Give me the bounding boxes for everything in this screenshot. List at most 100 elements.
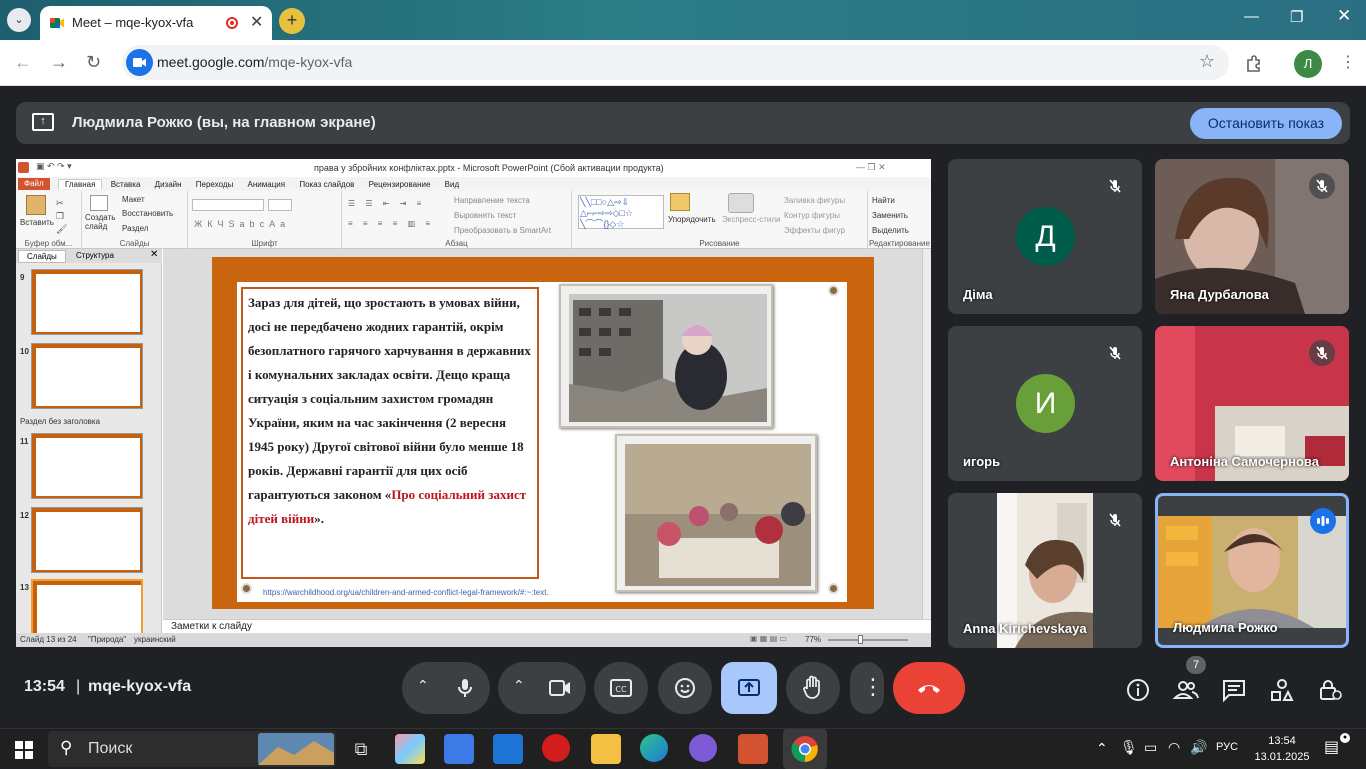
volume-icon[interactable]: 🔊 (1190, 739, 1207, 756)
captions-button[interactable]: CC (594, 662, 648, 714)
more-options-button[interactable]: ⋮ (850, 662, 884, 714)
copilot-icon[interactable] (395, 734, 425, 764)
stop-presenting-button[interactable]: Остановить показ (1190, 108, 1342, 139)
notes-pane[interactable]: Заметки к слайду (163, 619, 931, 633)
smartart-button[interactable]: Преобразовать в SmartArt (454, 226, 551, 235)
zoom-level[interactable]: 77% (805, 635, 821, 644)
forward-arrow-icon[interactable]: → (50, 52, 68, 73)
activities-icon[interactable] (1268, 676, 1296, 704)
ppt-tab-transitions[interactable]: Переходы (190, 180, 240, 189)
opera-icon[interactable] (542, 734, 570, 762)
meeting-info-icon[interactable] (1124, 676, 1152, 704)
section-label[interactable]: Раздел без заголовка (20, 417, 100, 426)
ppt-file-tab[interactable]: Файл (18, 178, 50, 190)
ppt-tab-slideshow[interactable]: Показ слайдов (293, 180, 360, 189)
slide-thumbnail-11[interactable] (31, 433, 143, 499)
reset-button[interactable]: Восстановить (122, 209, 173, 218)
text-direction-button[interactable]: Направление текста (454, 196, 530, 205)
paste-button[interactable]: Вставить (20, 218, 54, 227)
font-name-select[interactable] (192, 199, 264, 211)
quick-access-icon[interactable]: ▣ ↶ ↷ ▾ (36, 161, 72, 172)
font-format-icons[interactable]: ЖКЧSabcAa (194, 219, 290, 229)
extensions-icon[interactable] (1244, 54, 1264, 74)
panel-close-icon[interactable]: ✕ (150, 249, 158, 260)
shapes-gallery[interactable]: ╲╲□□○△⇨⇩ △⌐⌐⇨⇨◇□☆ ╲⌒⌒{}◇☆ (578, 195, 664, 229)
quick-styles-button[interactable]: Экспресс-стили (722, 215, 781, 224)
layout-button[interactable]: Макет (122, 195, 145, 204)
participant-tile-dima[interactable]: Д Діма (948, 159, 1142, 314)
ppt-tab-review[interactable]: Рецензирование (363, 180, 437, 189)
align-text-button[interactable]: Выровнять текст (454, 211, 516, 220)
shape-effects-button[interactable]: Эффекты фигур (784, 226, 845, 235)
tab-close-button[interactable]: ✕ (250, 12, 263, 32)
slide-thumbnail-12[interactable] (31, 507, 143, 573)
ppt-tab-design[interactable]: Дизайн (149, 180, 188, 189)
slide-photo-ruins[interactable] (559, 284, 773, 428)
source-link[interactable]: https://warchildhood.org/ua/children-and… (263, 588, 549, 597)
notifications-icon[interactable]: ▤ (1324, 737, 1339, 757)
present-now-button[interactable] (721, 662, 777, 714)
store-icon[interactable] (444, 734, 474, 764)
omnibox[interactable]: meet.google.com/mqe-kyox-vfa ☆ (122, 45, 1229, 80)
slide-text-box[interactable]: Зараз для дітей, що зростають в умовах в… (241, 287, 539, 579)
window-close-button[interactable]: ✕ (1337, 6, 1351, 26)
edge-icon[interactable] (640, 734, 668, 762)
tray-chevron-icon[interactable]: ⌃ (1096, 740, 1108, 757)
powerpoint-taskbar-icon[interactable] (738, 734, 768, 764)
reactions-button[interactable] (658, 662, 712, 714)
reload-icon[interactable]: ↻ (86, 52, 101, 73)
profile-avatar[interactable]: Л (1294, 50, 1322, 78)
input-language[interactable]: РУС (1216, 741, 1238, 753)
shape-fill-button[interactable]: Заливка фигуры (784, 196, 845, 205)
new-slide-button[interactable]: Создать слайд (85, 213, 115, 231)
select-button[interactable]: Выделить (872, 226, 909, 235)
chat-icon[interactable] (1220, 676, 1248, 704)
raise-hand-button[interactable] (786, 662, 840, 714)
camera-icon[interactable] (548, 677, 572, 699)
slide-photo-shelter[interactable] (615, 434, 817, 592)
ppt-tab-home[interactable]: Главная (58, 179, 103, 189)
participant-tile-liudmyla[interactable]: Людмила Рожко (1155, 493, 1349, 648)
find-button[interactable]: Найти (872, 196, 895, 205)
participant-tile-antonina[interactable]: Антоніна Самочернова (1155, 326, 1349, 481)
ppt-window-controls-icon[interactable]: — ❐ ✕ (856, 162, 886, 173)
window-restore-button[interactable]: ❐ (1290, 8, 1303, 26)
font-size-select[interactable] (268, 199, 292, 211)
windows-start-icon[interactable] (15, 741, 33, 759)
leave-call-button[interactable] (893, 662, 965, 714)
replace-button[interactable]: Заменить (872, 211, 908, 220)
video-options-chevron-icon[interactable]: ⌃ (513, 677, 525, 694)
ppt-tab-view[interactable]: Вид (439, 180, 465, 189)
microphone-icon[interactable] (454, 677, 476, 699)
cut-copy-icon[interactable]: ✂ ❐ 🖌 (56, 197, 67, 236)
tab-search-button[interactable]: ⌄ (7, 8, 31, 32)
slide-scrollbar[interactable] (922, 249, 931, 619)
taskbar-search-box[interactable]: ⚲ Поиск (48, 731, 336, 767)
audio-options-chevron-icon[interactable]: ⌃ (417, 677, 429, 694)
participant-tile-anna[interactable]: Anna Kirichevskaya (948, 493, 1142, 648)
zoom-slider-thumb[interactable] (858, 635, 863, 644)
slide-thumbnail-9[interactable] (31, 269, 143, 335)
back-arrow-icon[interactable]: ← (14, 52, 32, 73)
file-explorer-icon[interactable] (591, 734, 621, 764)
site-info-icon[interactable] (126, 49, 153, 76)
status-language[interactable]: украинский (134, 635, 176, 644)
panel-tab-outline[interactable]: Структура (68, 251, 122, 260)
view-buttons-icon[interactable]: ▣ ▦ ▤ ▭ (750, 634, 787, 643)
participant-tile-yana[interactable]: Яна Дурбалова (1155, 159, 1349, 314)
shape-outline-button[interactable]: Контур фигуры (784, 211, 840, 220)
people-icon[interactable] (1172, 676, 1200, 704)
chrome-taskbar-button[interactable] (783, 729, 827, 769)
browser-tab-meet[interactable]: Meet – mqe-kyox-vfa ✕ (40, 6, 272, 40)
wifi-icon[interactable]: ◠ (1168, 739, 1180, 756)
battery-icon[interactable]: ▭ (1144, 739, 1157, 756)
slide-thumbnail-10[interactable] (31, 343, 143, 409)
mail-icon[interactable] (493, 734, 523, 764)
host-controls-icon[interactable] (1316, 676, 1344, 704)
window-minimize-button[interactable]: — (1244, 8, 1259, 25)
viber-icon[interactable] (689, 734, 717, 762)
list-icons[interactable]: ☰ ☰ ⇤ ⇥ ≡ (348, 199, 425, 208)
participant-tile-igor[interactable]: И игорь (948, 326, 1142, 481)
tray-mic-icon[interactable]: 🎙 (1120, 739, 1138, 756)
bookmark-star-icon[interactable]: ☆ (1199, 51, 1215, 72)
